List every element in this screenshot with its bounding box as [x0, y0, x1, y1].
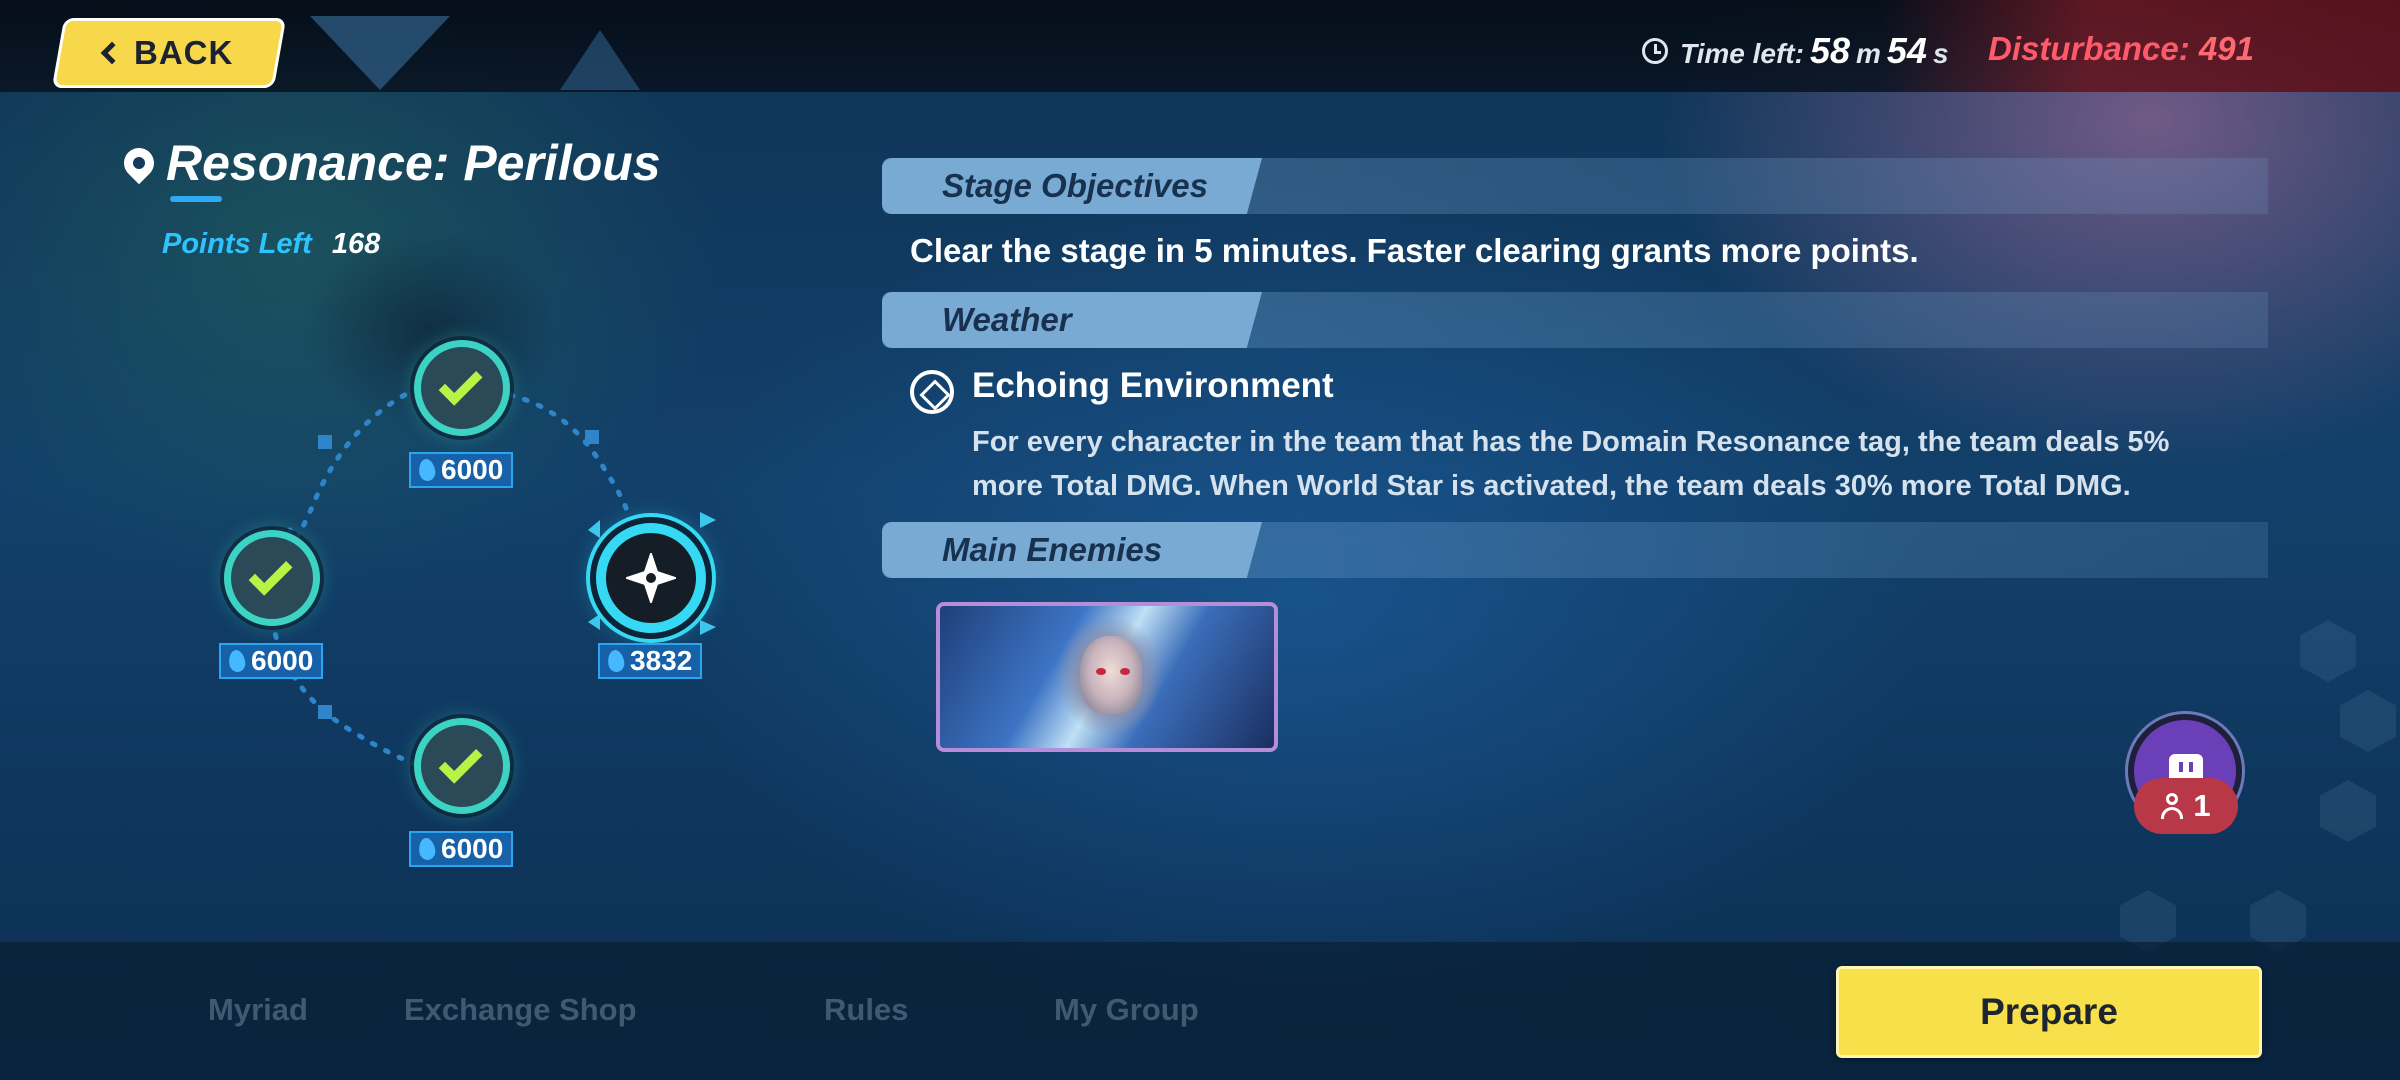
- section-heading: Main Enemies: [882, 522, 1262, 578]
- node-score-value: 3832: [630, 645, 693, 676]
- stage-node-2[interactable]: [224, 530, 320, 626]
- disturbance-label: Disturbance:: [1988, 30, 2190, 67]
- section-main-enemies: Main Enemies: [882, 522, 2268, 578]
- flame-icon: [417, 836, 437, 862]
- objective-text-part: Clear the stage in: [910, 232, 1195, 269]
- nav-tab-exchange-shop[interactable]: Exchange Shop: [404, 992, 637, 1028]
- resonance-emblem-icon: [626, 553, 676, 603]
- section-stage-objectives: Stage Objectives: [882, 158, 2268, 214]
- node-score-value: 6000: [251, 645, 314, 676]
- person-icon: [2161, 793, 2184, 819]
- time-left-label: Time left:: [1680, 38, 1804, 69]
- enemy-portrait: [1080, 636, 1142, 714]
- stage-title-row: Resonance: Perilous: [117, 134, 661, 192]
- stage-node-4[interactable]: [414, 718, 510, 814]
- enemy-eye: [1096, 668, 1106, 675]
- weather-echo-icon: [910, 370, 954, 414]
- friend-count: 1: [2193, 788, 2211, 823]
- decor-triangle: [310, 16, 450, 90]
- check-icon: [438, 361, 483, 406]
- check-icon: [248, 551, 293, 596]
- time-seconds-unit: s: [1932, 38, 1949, 69]
- section-weather: Weather: [882, 292, 2268, 348]
- nav-tab-myriad[interactable]: Myriad: [208, 992, 308, 1028]
- section-heading: Weather: [882, 292, 1262, 348]
- nav-tab-my-group[interactable]: My Group: [1054, 992, 1199, 1028]
- stage-node-1[interactable]: [414, 340, 510, 436]
- chevron-left-icon: [101, 41, 124, 65]
- points-left-value: 168: [331, 228, 381, 260]
- title-underline: [170, 196, 222, 202]
- time-seconds: 54: [1886, 30, 1927, 71]
- enemy-eye: [1120, 668, 1130, 675]
- flame-icon: [606, 648, 626, 674]
- objective-text-part: minutes. Faster clearing grants more poi…: [1212, 232, 1919, 269]
- weather-desc-line: more Total DMG. When World Star is activ…: [972, 470, 2131, 502]
- stage-title: Resonance: Perilous: [166, 135, 661, 191]
- objective-text: Clear the stage in 5 minutes. Faster cle…: [910, 232, 1919, 270]
- flame-icon: [417, 457, 437, 483]
- disturbance-value: 491: [2198, 30, 2254, 67]
- section-heading: Stage Objectives: [882, 158, 1262, 214]
- node-score-2: 6000: [219, 643, 324, 679]
- friend-count-badge: 1: [2134, 778, 2238, 834]
- points-left: Points Left 168: [162, 228, 380, 261]
- weather-name: Echoing Environment: [972, 366, 1334, 405]
- check-icon: [438, 739, 483, 784]
- clock-icon: [1642, 38, 1668, 64]
- objective-minutes: 5: [1194, 232, 1213, 269]
- flame-icon: [227, 648, 247, 674]
- decor-triangle: [560, 30, 640, 90]
- weather-desc-line: For every character in the team that has…: [972, 426, 2170, 458]
- disturbance: Disturbance: 491: [1988, 30, 2254, 68]
- nav-tab-rules[interactable]: Rules: [824, 992, 908, 1028]
- time-left: Time left: 58 m 54 s: [1642, 30, 1949, 72]
- stage-node-current[interactable]: [596, 523, 706, 633]
- back-button[interactable]: BACK: [51, 18, 287, 88]
- time-minutes: 58: [1809, 30, 1850, 71]
- node-score-4: 6000: [409, 831, 514, 867]
- node-score-current: 3832: [598, 643, 703, 679]
- prepare-button[interactable]: Prepare: [1836, 966, 2262, 1058]
- node-score-value: 6000: [441, 833, 504, 864]
- weather-description: For every character in the team that has…: [972, 420, 2272, 508]
- enemy-card[interactable]: [936, 602, 1278, 752]
- back-label: BACK: [134, 34, 234, 71]
- time-minutes-unit: m: [1856, 38, 1881, 69]
- node-score-value: 6000: [441, 454, 504, 485]
- node-score-1: 6000: [409, 452, 514, 488]
- location-pin-icon: [117, 141, 161, 185]
- points-left-label: Points Left: [162, 228, 312, 260]
